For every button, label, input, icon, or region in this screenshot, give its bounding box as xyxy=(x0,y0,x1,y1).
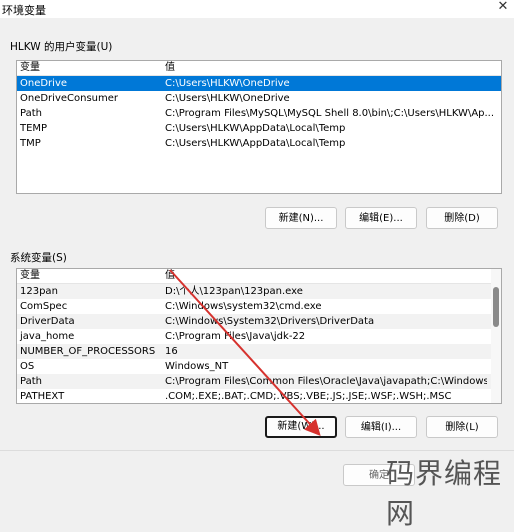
table-row[interactable]: ComSpec C:\Windows\system32\cmd.exe xyxy=(17,299,501,314)
variable-value: .COM;.EXE;.BAT;.CMD;.VBS;.VBE;.JS;.JSE;.… xyxy=(165,391,452,402)
title-bar: 环境变量 ✕ xyxy=(0,0,514,18)
table-row[interactable]: OneDriveConsumer C:\Users\HLKW\OneDrive xyxy=(17,91,501,106)
variable-name: TEMP xyxy=(20,123,48,134)
variable-value: D:\个人\123pan\123pan.exe xyxy=(165,286,303,297)
user-edit-button[interactable]: 编辑(E)... xyxy=(345,207,417,229)
variable-name: java_home xyxy=(20,331,75,342)
watermark-text: 码界编程网 xyxy=(386,457,503,530)
user-new-button[interactable]: 新建(N)... xyxy=(265,207,337,229)
user-variables-list[interactable]: 变量 值 OneDrive C:\Users\HLKW\OneDrive OneDr… xyxy=(16,60,502,194)
column-header-variable[interactable]: 变量 xyxy=(20,269,40,283)
system-list-scrollbar[interactable] xyxy=(491,269,501,403)
variable-name: OS xyxy=(20,361,35,372)
column-header-value[interactable]: 值 xyxy=(165,61,175,75)
variable-value: C:\Program Files\MySQL\MySQL Shell 8.0\b… xyxy=(165,108,495,119)
system-variables-list[interactable]: 变量 值 123pan D:\个人\123pan\123pan.exe ComSpe… xyxy=(16,268,502,404)
variable-value: C:\Program Files\Common Files\Oracle\Jav… xyxy=(165,376,487,387)
variable-value: C:\Users\HLKW\AppData\Local\Temp xyxy=(165,123,346,134)
list-header: 变量 值 xyxy=(17,269,501,284)
table-row[interactable]: OneDrive C:\Users\HLKW\OneDrive xyxy=(17,76,501,91)
table-row[interactable]: NUMBER_OF_PROCESSORS 16 xyxy=(17,344,501,359)
table-row[interactable]: TMP C:\Users\HLKW\AppData\Local\Temp xyxy=(17,136,501,151)
variable-name: DriverData xyxy=(20,316,75,327)
system-variables-label: 系统变量(S) xyxy=(10,252,67,264)
table-row[interactable]: Path C:\Program Files\Common Files\Oracle… xyxy=(17,374,501,389)
variable-value: Windows_NT xyxy=(165,361,229,372)
variable-name: ComSpec xyxy=(20,301,68,312)
table-row[interactable]: OS Windows_NT xyxy=(17,359,501,374)
system-edit-button[interactable]: 编辑(I)... xyxy=(345,416,417,438)
user-delete-button[interactable]: 删除(D) xyxy=(426,207,498,229)
user-variables-label: HLKW 的用户变量(U) xyxy=(10,41,113,53)
variable-name: Path xyxy=(20,108,42,119)
variable-value: C:\Windows\System32\Drivers\DriverData xyxy=(165,316,375,327)
variable-name: TMP xyxy=(20,138,41,149)
footer-divider xyxy=(0,450,514,451)
variable-name: Path xyxy=(20,376,42,387)
list-header: 变量 值 xyxy=(17,61,501,76)
variable-name: OneDrive xyxy=(20,78,68,89)
variable-name: 123pan xyxy=(20,286,58,297)
column-header-variable[interactable]: 变量 xyxy=(20,61,40,75)
column-header-value[interactable]: 值 xyxy=(165,269,175,283)
variable-value: C:\Windows\system32\cmd.exe xyxy=(165,301,322,312)
variable-name: NUMBER_OF_PROCESSORS xyxy=(20,346,156,357)
close-icon[interactable]: ✕ xyxy=(494,0,512,17)
table-row[interactable]: java_home C:\Program Files\Java\jdk-22 xyxy=(17,329,501,344)
window-title: 环境变量 xyxy=(2,4,46,17)
table-row[interactable]: TEMP C:\Users\HLKW\AppData\Local\Temp xyxy=(17,121,501,136)
system-new-button[interactable]: 新建(W)... xyxy=(265,416,337,438)
variable-value: C:\Users\HLKW\OneDrive xyxy=(165,93,290,104)
table-row[interactable]: 123pan D:\个人\123pan\123pan.exe xyxy=(17,284,501,299)
scrollbar-thumb[interactable] xyxy=(493,287,499,327)
variable-value: C:\Users\HLKW\OneDrive xyxy=(165,78,290,89)
system-delete-button[interactable]: 删除(L) xyxy=(426,416,498,438)
table-row[interactable]: Path C:\Program Files\MySQL\MySQL Shell 8… xyxy=(17,106,501,121)
variable-name: PATHEXT xyxy=(20,391,65,402)
variable-value: C:\Program Files\Java\jdk-22 xyxy=(165,331,306,342)
variable-value: C:\Users\HLKW\AppData\Local\Temp xyxy=(165,138,346,149)
table-row[interactable]: PATHEXT .COM;.EXE;.BAT;.CMD;.VBS;.VBE;.JS… xyxy=(17,389,501,403)
variable-name: OneDriveConsumer xyxy=(20,93,119,104)
variable-value: 16 xyxy=(165,346,178,357)
table-row[interactable]: DriverData C:\Windows\System32\Drivers\Dr… xyxy=(17,314,501,329)
